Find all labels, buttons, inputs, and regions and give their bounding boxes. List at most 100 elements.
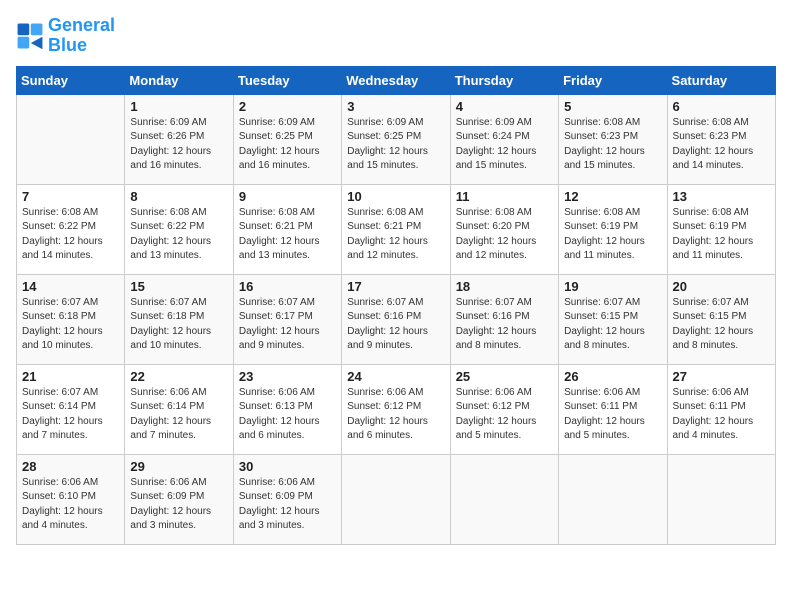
day-info: Sunrise: 6:07 AM Sunset: 6:16 PM Dayligh… [456, 296, 553, 354]
day-info: Sunrise: 6:07 AM Sunset: 6:14 PM Dayligh… [22, 386, 119, 444]
day-number: 15 [130, 279, 227, 294]
day-info: Sunrise: 6:06 AM Sunset: 6:11 PM Dayligh… [564, 386, 661, 444]
calendar-cell: 20 Sunrise: 6:07 AM Sunset: 6:15 PM Dayli… [667, 274, 775, 364]
day-info: Sunrise: 6:06 AM Sunset: 6:10 PM Dayligh… [22, 476, 119, 534]
day-number: 1 [130, 99, 227, 114]
calendar-cell: 11Sunrise: 6:08 AM Sunset: 6:20 PM Dayli… [450, 184, 558, 274]
calendar-cell: 21 Sunrise: 6:07 AM Sunset: 6:14 PM Dayli… [17, 364, 125, 454]
calendar-week-row: 7 Sunrise: 6:08 AM Sunset: 6:22 PM Daylig… [17, 184, 776, 274]
calendar-cell: 18 Sunrise: 6:07 AM Sunset: 6:16 PM Dayli… [450, 274, 558, 364]
day-info: Sunrise: 6:09 AM Sunset: 6:25 PM Dayligh… [239, 116, 336, 174]
day-info: Sunrise: 6:06 AM Sunset: 6:11 PM Dayligh… [673, 386, 770, 444]
calendar-table: SundayMondayTuesdayWednesdayThursdayFrid… [16, 66, 776, 545]
calendar-cell: 24 Sunrise: 6:06 AM Sunset: 6:12 PM Dayli… [342, 364, 450, 454]
calendar-cell: 12 Sunrise: 6:08 AM Sunset: 6:19 PM Dayli… [559, 184, 667, 274]
day-number: 7 [22, 189, 119, 204]
day-info: Sunrise: 6:08 AM Sunset: 6:21 PM Dayligh… [239, 206, 336, 264]
day-info: Sunrise: 6:08 AM Sunset: 6:22 PM Dayligh… [22, 206, 119, 264]
calendar-cell: 17Sunrise: 6:07 AM Sunset: 6:16 PM Dayli… [342, 274, 450, 364]
day-info: Sunrise: 6:06 AM Sunset: 6:09 PM Dayligh… [130, 476, 227, 534]
calendar-week-row: 21 Sunrise: 6:07 AM Sunset: 6:14 PM Dayli… [17, 364, 776, 454]
calendar-cell: 23 Sunrise: 6:06 AM Sunset: 6:13 PM Dayli… [233, 364, 341, 454]
calendar-cell: 3 Sunrise: 6:09 AM Sunset: 6:25 PM Daylig… [342, 94, 450, 184]
page-header: General Blue [16, 16, 776, 56]
day-number: 6 [673, 99, 770, 114]
day-info: Sunrise: 6:07 AM Sunset: 6:17 PM Dayligh… [239, 296, 336, 354]
calendar-week-row: 1 Sunrise: 6:09 AM Sunset: 6:26 PM Daylig… [17, 94, 776, 184]
day-info: Sunrise: 6:07 AM Sunset: 6:15 PM Dayligh… [564, 296, 661, 354]
weekday-header: Wednesday [342, 66, 450, 94]
day-number: 2 [239, 99, 336, 114]
calendar-cell: 10Sunrise: 6:08 AM Sunset: 6:21 PM Dayli… [342, 184, 450, 274]
day-number: 5 [564, 99, 661, 114]
calendar-cell: 27 Sunrise: 6:06 AM Sunset: 6:11 PM Dayli… [667, 364, 775, 454]
weekday-header: Tuesday [233, 66, 341, 94]
day-number: 3 [347, 99, 444, 114]
calendar-cell [559, 454, 667, 544]
weekday-header: Sunday [17, 66, 125, 94]
weekday-header-row: SundayMondayTuesdayWednesdayThursdayFrid… [17, 66, 776, 94]
day-info: Sunrise: 6:09 AM Sunset: 6:26 PM Dayligh… [130, 116, 227, 174]
calendar-cell: 15 Sunrise: 6:07 AM Sunset: 6:18 PM Dayli… [125, 274, 233, 364]
day-number: 19 [564, 279, 661, 294]
day-number: 8 [130, 189, 227, 204]
day-number: 20 [673, 279, 770, 294]
weekday-header: Saturday [667, 66, 775, 94]
weekday-header: Thursday [450, 66, 558, 94]
day-info: Sunrise: 6:08 AM Sunset: 6:21 PM Dayligh… [347, 206, 444, 264]
calendar-cell: 30Sunrise: 6:06 AM Sunset: 6:09 PM Dayli… [233, 454, 341, 544]
logo-icon [16, 22, 44, 50]
day-number: 23 [239, 369, 336, 384]
day-info: Sunrise: 6:06 AM Sunset: 6:12 PM Dayligh… [347, 386, 444, 444]
calendar-cell: 29 Sunrise: 6:06 AM Sunset: 6:09 PM Dayli… [125, 454, 233, 544]
calendar-cell: 9 Sunrise: 6:08 AM Sunset: 6:21 PM Daylig… [233, 184, 341, 274]
day-info: Sunrise: 6:08 AM Sunset: 6:19 PM Dayligh… [673, 206, 770, 264]
day-info: Sunrise: 6:07 AM Sunset: 6:16 PM Dayligh… [347, 296, 444, 354]
day-number: 4 [456, 99, 553, 114]
day-info: Sunrise: 6:06 AM Sunset: 6:12 PM Dayligh… [456, 386, 553, 444]
calendar-cell: 1 Sunrise: 6:09 AM Sunset: 6:26 PM Daylig… [125, 94, 233, 184]
day-number: 25 [456, 369, 553, 384]
day-number: 28 [22, 459, 119, 474]
day-info: Sunrise: 6:07 AM Sunset: 6:18 PM Dayligh… [130, 296, 227, 354]
day-info: Sunrise: 6:07 AM Sunset: 6:15 PM Dayligh… [673, 296, 770, 354]
day-number: 30 [239, 459, 336, 474]
calendar-cell [667, 454, 775, 544]
calendar-week-row: 14Sunrise: 6:07 AM Sunset: 6:18 PM Dayli… [17, 274, 776, 364]
logo: General Blue [16, 16, 115, 56]
calendar-cell: 5 Sunrise: 6:08 AM Sunset: 6:23 PM Daylig… [559, 94, 667, 184]
day-number: 22 [130, 369, 227, 384]
day-number: 27 [673, 369, 770, 384]
day-info: Sunrise: 6:08 AM Sunset: 6:23 PM Dayligh… [673, 116, 770, 174]
calendar-cell: 22Sunrise: 6:06 AM Sunset: 6:14 PM Dayli… [125, 364, 233, 454]
day-info: Sunrise: 6:09 AM Sunset: 6:25 PM Dayligh… [347, 116, 444, 174]
calendar-cell: 19 Sunrise: 6:07 AM Sunset: 6:15 PM Dayli… [559, 274, 667, 364]
day-number: 24 [347, 369, 444, 384]
day-number: 16 [239, 279, 336, 294]
calendar-cell: 4Sunrise: 6:09 AM Sunset: 6:24 PM Daylig… [450, 94, 558, 184]
day-number: 12 [564, 189, 661, 204]
day-number: 9 [239, 189, 336, 204]
calendar-cell: 6 Sunrise: 6:08 AM Sunset: 6:23 PM Daylig… [667, 94, 775, 184]
day-info: Sunrise: 6:08 AM Sunset: 6:23 PM Dayligh… [564, 116, 661, 174]
calendar-cell: 8 Sunrise: 6:08 AM Sunset: 6:22 PM Daylig… [125, 184, 233, 274]
calendar-cell [17, 94, 125, 184]
calendar-cell: 26Sunrise: 6:06 AM Sunset: 6:11 PM Dayli… [559, 364, 667, 454]
day-number: 18 [456, 279, 553, 294]
calendar-cell [342, 454, 450, 544]
logo-text: General Blue [48, 16, 115, 56]
calendar-cell: 2 Sunrise: 6:09 AM Sunset: 6:25 PM Daylig… [233, 94, 341, 184]
day-number: 29 [130, 459, 227, 474]
calendar-cell: 14Sunrise: 6:07 AM Sunset: 6:18 PM Dayli… [17, 274, 125, 364]
calendar-cell: 7 Sunrise: 6:08 AM Sunset: 6:22 PM Daylig… [17, 184, 125, 274]
day-info: Sunrise: 6:06 AM Sunset: 6:13 PM Dayligh… [239, 386, 336, 444]
calendar-week-row: 28 Sunrise: 6:06 AM Sunset: 6:10 PM Dayli… [17, 454, 776, 544]
day-info: Sunrise: 6:08 AM Sunset: 6:19 PM Dayligh… [564, 206, 661, 264]
day-number: 21 [22, 369, 119, 384]
calendar-cell [450, 454, 558, 544]
weekday-header: Monday [125, 66, 233, 94]
calendar-cell: 16 Sunrise: 6:07 AM Sunset: 6:17 PM Dayli… [233, 274, 341, 364]
day-info: Sunrise: 6:07 AM Sunset: 6:18 PM Dayligh… [22, 296, 119, 354]
weekday-header: Friday [559, 66, 667, 94]
day-info: Sunrise: 6:08 AM Sunset: 6:22 PM Dayligh… [130, 206, 227, 264]
